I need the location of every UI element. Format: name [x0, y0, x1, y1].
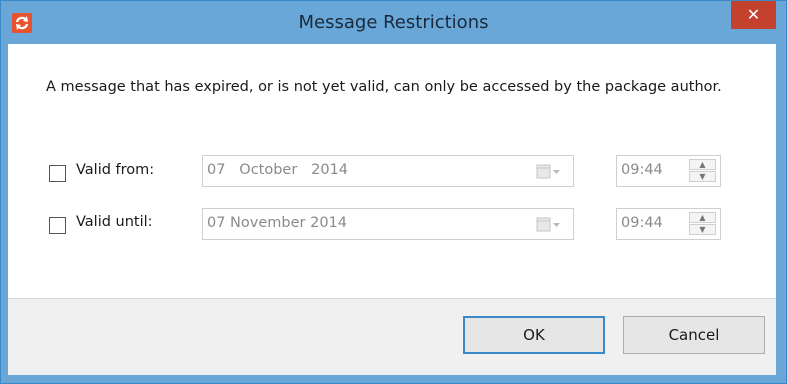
title-bar[interactable]: Message Restrictions ✕: [1, 1, 786, 45]
valid-from-label: Valid from:: [76, 162, 155, 178]
valid-until-label: Valid until:: [76, 214, 153, 230]
spin-down-icon[interactable]: ▼: [689, 171, 716, 182]
valid-until-time-field[interactable]: 09:44 ▲ ▼: [616, 208, 721, 240]
description-text: A message that has expired, or is not ye…: [46, 79, 722, 95]
valid-from-date-field[interactable]: 07 October 2014: [202, 155, 574, 187]
valid-until-time-spinner[interactable]: ▲ ▼: [689, 212, 716, 236]
valid-from-time-spinner[interactable]: ▲ ▼: [689, 159, 716, 183]
calendar-dropdown-icon[interactable]: [535, 164, 561, 180]
cancel-button[interactable]: Cancel: [623, 316, 765, 354]
valid-from-checkbox[interactable]: [49, 165, 66, 182]
valid-from-date-value: 07 October 2014: [207, 162, 349, 178]
ok-button[interactable]: OK: [463, 316, 605, 354]
valid-until-time-value: 09:44: [621, 215, 663, 231]
window-title: Message Restrictions: [298, 12, 489, 33]
valid-from-time-field[interactable]: 09:44 ▲ ▼: [616, 155, 721, 187]
valid-until-date-value: 07 November 2014: [207, 215, 348, 231]
spin-up-icon[interactable]: ▲: [689, 159, 716, 170]
spin-down-icon[interactable]: ▼: [689, 224, 716, 235]
spin-up-icon[interactable]: ▲: [689, 212, 716, 223]
valid-until-checkbox[interactable]: [49, 217, 66, 234]
close-button[interactable]: ✕: [731, 1, 776, 29]
valid-from-time-value: 09:44: [621, 162, 663, 178]
valid-until-date-field[interactable]: 07 November 2014: [202, 208, 574, 240]
calendar-dropdown-icon[interactable]: [535, 217, 561, 233]
